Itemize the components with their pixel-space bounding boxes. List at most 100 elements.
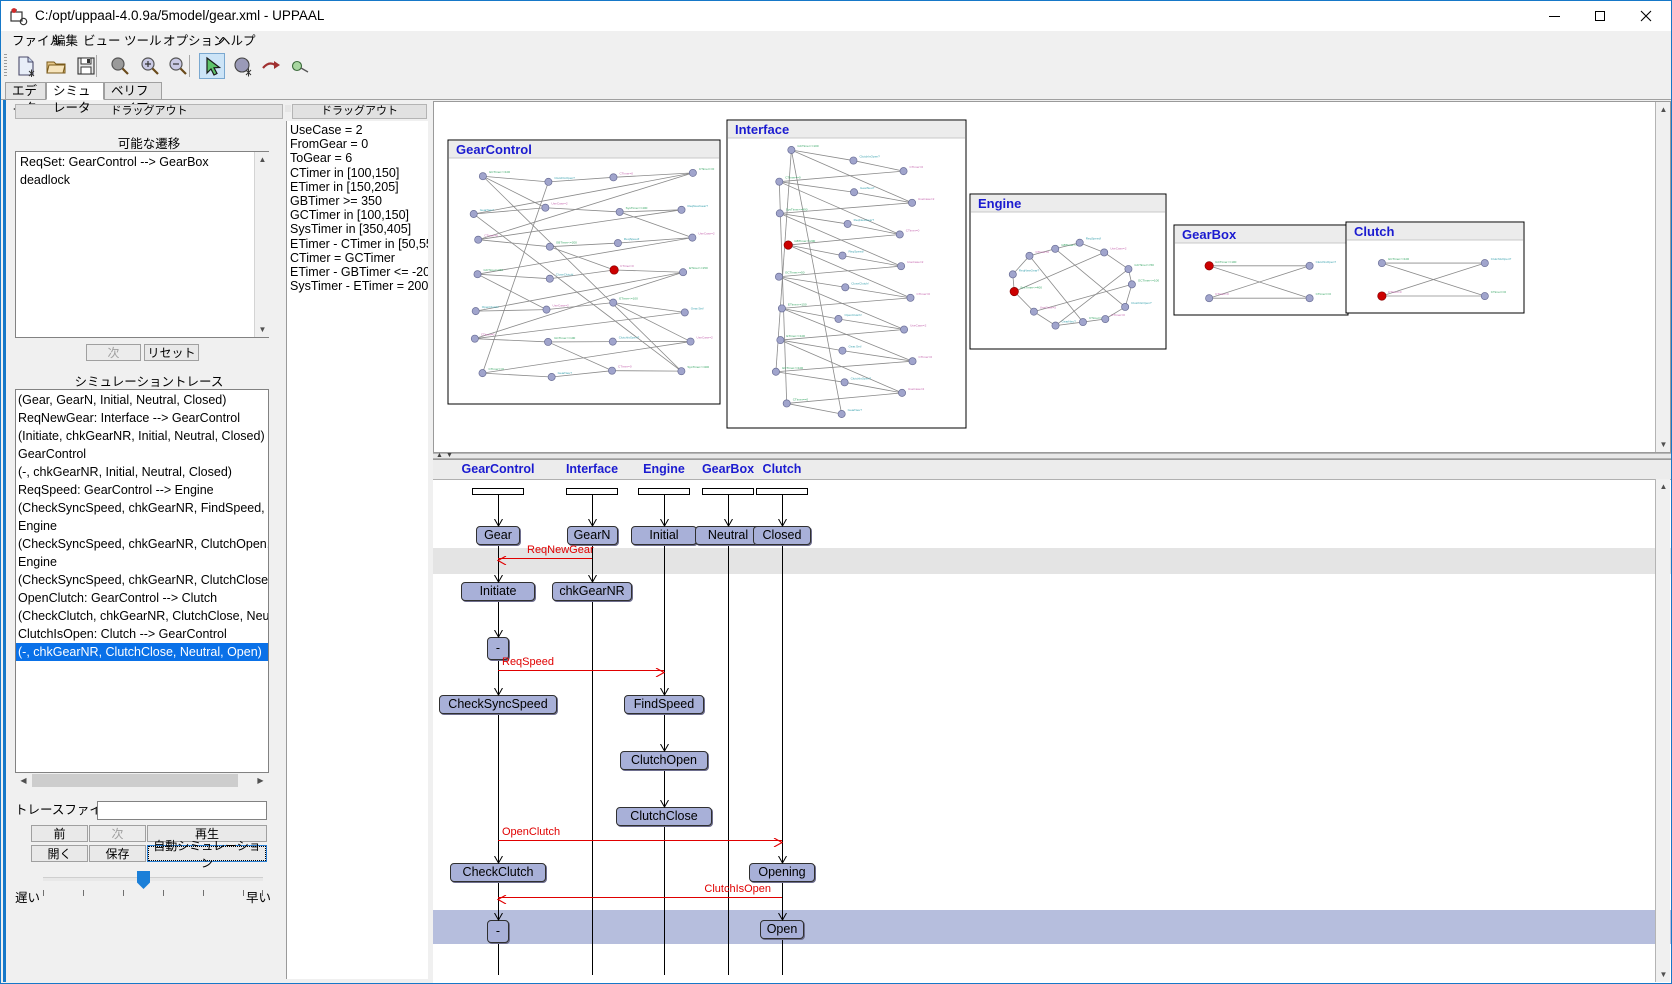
msc-state[interactable]: Opening [749, 863, 815, 882]
location[interactable] [1102, 315, 1109, 322]
msc-state[interactable]: Open [760, 920, 804, 939]
automaton-GearControl[interactable]: GearControlGCTimer<=100ClutchIsOpen?CTim… [448, 140, 720, 404]
location[interactable] [1125, 265, 1132, 272]
location[interactable] [900, 326, 907, 333]
location[interactable] [1206, 295, 1213, 302]
location[interactable] [548, 373, 555, 380]
location[interactable] [474, 271, 481, 278]
msc-body[interactable]: GearGearNInitialNeutralClosedInitiatechk… [433, 480, 1671, 983]
msc-state[interactable]: CheckSyncSpeed [439, 695, 557, 714]
location[interactable] [839, 347, 846, 354]
slider-thumb[interactable] [137, 871, 150, 889]
location[interactable] [1079, 318, 1086, 325]
trace-item[interactable]: ReqNewGear: Interface --> GearControl [16, 409, 268, 427]
enabled-transitions-scrollbar[interactable]: ▲ ▼ [254, 152, 269, 337]
location[interactable] [479, 173, 486, 180]
location[interactable] [689, 169, 696, 176]
prev-step-button[interactable]: 前 [31, 825, 88, 842]
scroll-left-icon[interactable]: ◀ [16, 773, 31, 788]
menu-item-5[interactable]: ヘルプ [213, 33, 261, 49]
tab-0[interactable]: エディタ [5, 82, 46, 100]
speed-slider[interactable] [43, 871, 263, 893]
trace-item[interactable]: (Gear, GearN, Initial, Neutral, Closed) [16, 391, 268, 409]
location[interactable] [850, 189, 857, 196]
location[interactable] [1052, 322, 1059, 329]
location[interactable] [909, 358, 916, 365]
location[interactable] [679, 269, 686, 276]
trace-item[interactable]: (-, chkGearNR, Initial, Neutral, Closed) [16, 463, 268, 481]
location[interactable] [1030, 308, 1037, 315]
variables-splitter-up[interactable] [285, 105, 291, 112]
location[interactable] [546, 243, 553, 250]
location[interactable] [898, 263, 905, 270]
automaton-Interface[interactable]: InterfaceGCTimer<=100ClutchIsOpen?CTimer… [727, 120, 966, 428]
scroll-down-icon[interactable]: ▼ [1656, 967, 1671, 982]
reset-button[interactable]: リセット [144, 344, 199, 361]
location[interactable] [772, 368, 779, 375]
location[interactable] [1481, 259, 1488, 266]
scroll-down-icon[interactable]: ▼ [255, 322, 270, 337]
location[interactable] [908, 199, 915, 206]
variables-list[interactable]: UseCase = 2FromGear = 0ToGear = 6CTimer … [286, 121, 428, 979]
location[interactable] [841, 379, 848, 386]
location[interactable] [900, 168, 907, 175]
automata-canvas[interactable]: GearControlGCTimer<=100ClutchIsOpen?CTim… [434, 102, 1656, 452]
location[interactable] [1101, 249, 1108, 256]
trace-item[interactable]: ClutchIsOpen: Clutch --> GearControl [16, 625, 268, 643]
auto-simulation-button[interactable]: 自動シミュレーション [147, 845, 267, 862]
scroll-up-icon[interactable]: ▲ [255, 152, 270, 167]
msc-state[interactable]: Neutral [695, 526, 761, 545]
location[interactable] [1378, 259, 1385, 266]
automaton-Clutch[interactable]: ClutchGCTimer<=100ClutchIsOpen?CTimer=0C… [1346, 222, 1524, 313]
trace-file-input[interactable] [97, 801, 267, 820]
select-pointer-button[interactable] [199, 53, 225, 79]
zoom-button[interactable] [107, 53, 133, 79]
location[interactable] [788, 146, 795, 153]
msc-state[interactable]: Closed [753, 526, 811, 545]
location[interactable] [1128, 281, 1135, 288]
location[interactable] [1009, 271, 1016, 278]
enabled-transitions-list[interactable]: ReqSet: GearControl --> GearBoxdeadlock [15, 151, 269, 338]
trace-item[interactable]: Engine [16, 553, 268, 571]
location[interactable] [546, 275, 553, 282]
location[interactable] [616, 208, 623, 215]
msc-state[interactable]: FindSpeed [624, 695, 705, 714]
msc-state[interactable]: CheckClutch [450, 863, 545, 882]
location[interactable] [838, 410, 845, 417]
trace-item[interactable]: (CheckSyncSpeed, chkGearNR, ClutchClose,… [16, 571, 268, 589]
trace-item[interactable]: GearControl [16, 445, 268, 463]
location[interactable] [839, 252, 846, 259]
location[interactable] [472, 308, 479, 315]
location[interactable] [778, 305, 785, 312]
open-folder-button[interactable] [43, 53, 69, 79]
minimize-button[interactable] [1531, 1, 1577, 31]
trace-item[interactable]: Engine [16, 517, 268, 535]
message-sequence-chart[interactable]: GearControlInterfaceEngineGearBoxClutch … [433, 459, 1671, 983]
automaton-Engine[interactable]: EngineGCTimer<=100ClutchIsOpen?CTimer=0C… [970, 194, 1166, 349]
location[interactable] [783, 400, 790, 407]
location[interactable] [544, 338, 551, 345]
trace-item[interactable]: (-, chkGearNR, ClutchClose, Neutral, Ope… [16, 643, 268, 661]
scroll-right-icon[interactable]: ▶ [253, 773, 268, 788]
location[interactable] [687, 338, 694, 345]
msc-state[interactable]: Gear [476, 526, 520, 545]
active-location[interactable] [1378, 292, 1386, 300]
location[interactable] [896, 231, 903, 238]
next-transition-button[interactable]: 次 [86, 344, 141, 361]
location[interactable] [777, 336, 784, 343]
location[interactable] [543, 306, 550, 313]
add-location-button[interactable] [230, 53, 256, 79]
location[interactable] [608, 367, 615, 374]
toolbar-grip[interactable] [4, 54, 7, 78]
msc-state[interactable]: chkGearNR [552, 582, 633, 601]
trace-item[interactable]: (CheckSyncSpeed, chkGearNR, ClutchOpen, … [16, 535, 268, 553]
save-floppy-button[interactable] [73, 53, 99, 79]
location[interactable] [1026, 252, 1033, 259]
transition-item[interactable]: ReqSet: GearControl --> GearBox [18, 153, 268, 171]
zoom-out-button[interactable] [165, 53, 191, 79]
trace-item[interactable]: (Initiate, chkGearNR, Initial, Neutral, … [16, 427, 268, 445]
close-button[interactable] [1623, 1, 1669, 31]
active-location[interactable] [1010, 287, 1018, 295]
location[interactable] [850, 157, 857, 164]
location[interactable] [1122, 303, 1129, 310]
